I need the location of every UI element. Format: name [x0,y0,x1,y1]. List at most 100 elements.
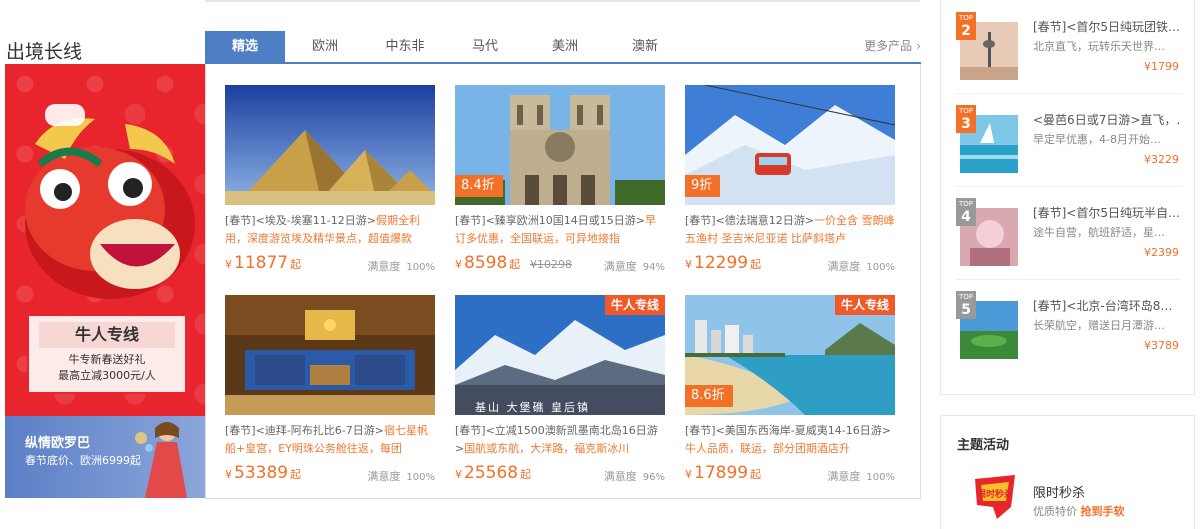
product-description[interactable]: [春节]<埃及-埃塞11-12日游>假期全利用，深度游览埃及精华景点，超值爆款 [225,212,435,248]
price-value: 12299 [694,253,749,273]
satisfaction-value: 94% [642,262,665,273]
product-card[interactable]: 牛人专线 基山 大堡礁 皇后镇 [春节]<立减1500澳新凯墨南北岛16日游>国… [455,295,665,485]
product-image[interactable]: 8.4折 [455,85,665,205]
tab-featured[interactable]: 精选 [205,31,285,62]
rank-top-label: TOP [958,107,973,115]
europe-banner-text: 春节底价、欧洲6999起 [25,454,141,467]
currency-symbol: ¥ [455,258,462,271]
rank-top-label: TOP [958,293,973,301]
price: ¥53389 起 [225,463,301,483]
satisfaction-value: 100% [406,262,435,273]
currency-symbol: ¥ [225,258,232,271]
satisfaction-value: 96% [642,472,665,483]
desc-highlight: 牛人品质，联运，部分团期酒店升 [685,442,850,455]
promo-banner[interactable]: 牛人专线 牛专新春送好礼 最高立减3000元/人 [5,64,205,416]
product-image[interactable]: 9折 [685,85,895,205]
ranking-subtitle: 北京直飞，玩转乐天世界… [1033,40,1165,53]
tab-americas[interactable]: 美洲 [525,31,605,62]
price-suffix: 起 [509,258,521,271]
ranking-title[interactable]: <曼芭6日或7日游>直飞，… [1033,111,1181,128]
satisfaction: 满意度 100% [367,468,435,484]
flash-sale-logo[interactable]: 限时秒杀 [971,471,1019,521]
desc-tag: [春节] [455,424,486,437]
price-line: ¥12299 起 满意度 100% [685,253,895,275]
desc-tag: [春节] [685,214,716,227]
ranking-price: ¥3229 [1144,153,1179,166]
more-products-link[interactable]: 更多产品 › [864,31,921,62]
price-line: ¥25568 起 满意度 96% [455,463,665,485]
product-description[interactable]: [春节]<德法瑞意12日游>一价全含 雪朗峰 五渔村 圣吉米尼亚诺 比萨斜塔卢 [685,212,895,248]
tab-maldives[interactable]: 马代 [445,31,525,62]
product-description[interactable]: [春节]<臻享欧洲10国14日或15日游>早订多优惠，全国联运，可异地接指 [455,212,665,248]
satisfaction-value: 100% [866,262,895,273]
price-line: ¥53389 起 满意度 100% [225,463,435,485]
promo-line1: 牛专新春送好礼 [68,353,146,366]
rank-badge: TOP 3 [956,105,976,133]
product-image[interactable] [225,85,435,205]
price-value: 17899 [694,463,749,483]
price-suffix: 起 [750,258,762,271]
europe-banner[interactable]: 纵情欧罗巴 春节底价、欧洲6999起 [5,416,205,498]
promo-title: 牛人专线 [39,322,175,348]
ranking-title[interactable]: [春节]<北京-台湾环岛8… [1033,297,1181,314]
price: ¥11877 起 [225,253,301,273]
image-caption: 基山 大堡礁 皇后镇 [475,401,590,414]
price-suffix: 起 [750,468,762,481]
ranking-item[interactable]: TOP 5 [春节]<北京-台湾环岛8… 长荣航空，赠送日月潭游… ¥3789 [956,291,1181,373]
discount-badge: 8.6折 [685,385,733,407]
satisfaction-label: 满意度 [827,260,861,273]
product-card[interactable]: 9折 [春节]<德法瑞意12日游>一价全含 雪朗峰 五渔村 圣吉米尼亚诺 比萨斜… [685,85,895,275]
ranking-list: TOP 2 [春节]<首尔5日纯玩团铁… 北京直飞，玩转乐天世界… ¥1799 T… [940,0,1195,395]
product-description[interactable]: [春节]<迪拜-阿布扎比6-7日游>宿七星帆船+皇宫，EY明珠公务舱往返，每团 [225,422,435,458]
theme-activity: 主题活动 限时秒杀 限时秒杀 优质特价 抢到手软 [940,415,1195,529]
ranking-subtitle: 长荣航空，赠送日月潭游… [1033,319,1165,332]
promo-card: 牛人专线 牛专新春送好礼 最高立减3000元/人 [27,314,187,394]
activity-heading: 主题活动 [957,438,1010,453]
ranking-item[interactable]: TOP 4 [春节]<首尔5日纯玩半自… 途牛自营，航班舒适，星… ¥2399 [956,198,1181,280]
price: ¥17899 起 [685,463,761,483]
rank-number: 5 [961,302,971,318]
satisfaction-label: 满意度 [827,470,861,483]
rank-number: 4 [961,209,971,225]
ranking-item[interactable]: TOP 3 <曼芭6日或7日游>直飞，… 早定早优惠，4-8月开始… ¥3229 [956,105,1181,187]
price-value: 25568 [464,463,519,483]
price-line: ¥8598 起 ¥10298 满意度 94% [455,253,665,275]
product-description[interactable]: [春节]<美国东西海岸-夏威夷14-16日游> 牛人品质，联运，部分团期酒店升 [685,422,895,458]
ranking-title[interactable]: [春节]<首尔5日纯玩团铁… [1033,18,1181,35]
original-price: ¥10298 [530,258,572,271]
ranking-item[interactable]: TOP 2 [春节]<首尔5日纯玩团铁… 北京直飞，玩转乐天世界… ¥1799 [956,12,1181,94]
satisfaction-label: 满意度 [367,260,401,273]
niu-special-badge: 牛人专线 [604,295,665,315]
ranking-title[interactable]: [春节]<首尔5日纯玩半自… [1033,204,1181,221]
product-image[interactable]: 牛人专线 基山 大堡礁 皇后镇 [455,295,665,415]
satisfaction-value: 100% [406,472,435,483]
satisfaction: 满意度 100% [827,468,895,484]
rank-badge: TOP 4 [956,198,976,226]
desc-title: <迪拜-阿布扎比6-7日游> [255,424,384,437]
price-suffix: 起 [290,258,302,271]
satisfaction-label: 满意度 [367,470,401,483]
tab-australia-nz[interactable]: 澳新 [605,31,685,62]
activity-sub-a: 优质特价 [1033,505,1077,518]
price: ¥12299 起 [685,253,761,273]
niu-special-badge: 牛人专线 [834,295,895,315]
desc-tag: [春节] [225,424,256,437]
desc-tag: [春节] [685,424,716,437]
tab-middle-east-africa[interactable]: 中东非 [365,31,445,62]
destination-tabs: 精选 欧洲 中东非 马代 美洲 澳新 更多产品 › [205,31,921,64]
desc-tag: [春节] [225,214,256,227]
top-divider [205,0,920,2]
lion-dance-icon [25,104,195,299]
europe-banner-title: 纵情欧罗巴 [25,436,91,451]
product-description[interactable]: [春节]<立减1500澳新凯墨南北岛16日游>国航或东航，大洋路，福克斯冰川 [455,422,665,458]
product-card[interactable]: 牛人专线 8.6折 [春节]<美国东西海岸-夏威夷14-16日游> 牛人品质，联运… [685,295,895,485]
activity-title[interactable]: 限时秒杀 [1033,482,1085,501]
activity-subtitle: 优质特价 抢到手软 [1033,503,1125,519]
product-card[interactable]: [春节]<迪拜-阿布扎比6-7日游>宿七星帆船+皇宫，EY明珠公务舱往返，每团 … [225,295,435,485]
product-card[interactable]: 8.4折 [春节]<臻享欧洲10国14日或15日游>早订多优惠，全国联运，可异地… [455,85,665,275]
product-card[interactable]: [春节]<埃及-埃塞11-12日游>假期全利用，深度游览埃及精华景点，超值爆款 … [225,85,435,275]
tab-europe[interactable]: 欧洲 [285,31,365,62]
product-image[interactable] [225,295,435,415]
product-image[interactable]: 牛人专线 8.6折 [685,295,895,415]
satisfaction-label: 满意度 [603,470,637,483]
